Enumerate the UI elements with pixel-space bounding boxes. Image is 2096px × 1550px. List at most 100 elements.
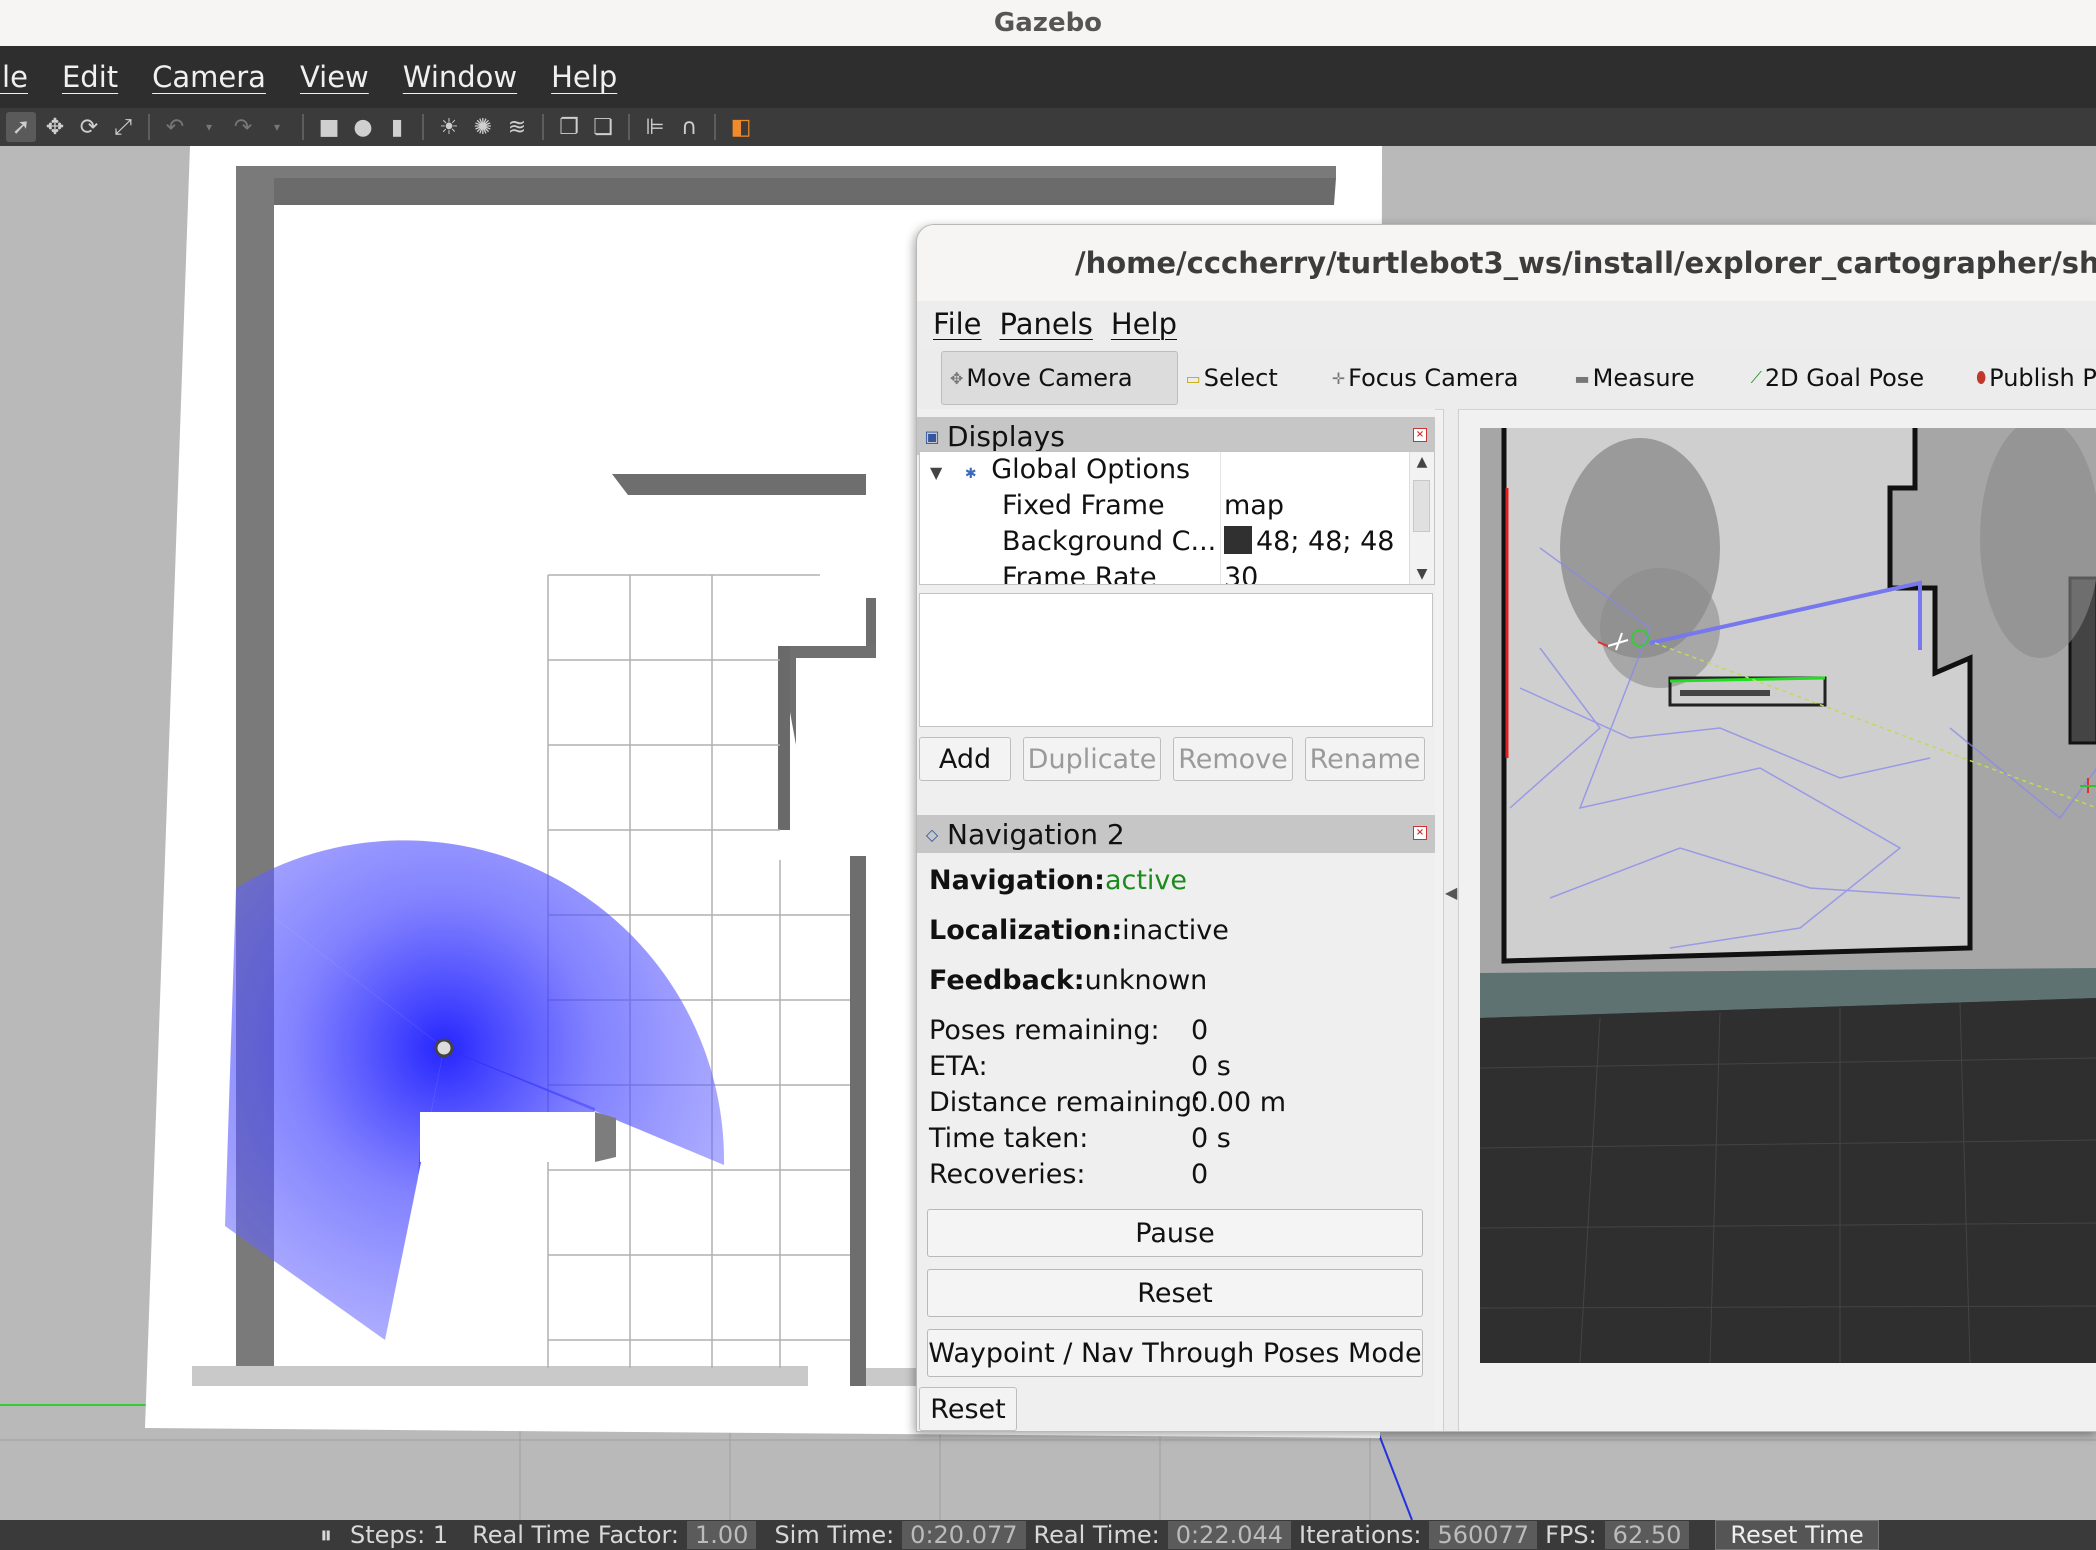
select-arrow-icon[interactable]: ➚ [6, 112, 36, 142]
rviz-map-render [1480, 428, 2096, 1363]
duplicate-button[interactable]: Duplicate [1023, 737, 1161, 781]
tree-row-background-color[interactable]: Background C... [1002, 524, 1216, 560]
translate-icon[interactable]: ✥ [40, 112, 70, 142]
redo-dropdown-icon[interactable]: ▾ [262, 112, 292, 142]
scroll-thumb[interactable] [1413, 480, 1430, 532]
sphere-shape-icon[interactable]: ● [348, 112, 378, 142]
inner-wall-upper [866, 598, 876, 646]
spot-light-icon[interactable]: ✺ [468, 112, 498, 142]
scroll-down-icon[interactable]: ▼ [1410, 566, 1434, 582]
cylinder-shape-icon[interactable]: ▮ [382, 112, 412, 142]
select-tool[interactable]: ▭ Select [1178, 352, 1286, 404]
rename-button[interactable]: Rename [1305, 737, 1425, 781]
navigation-panel-title: Navigation 2 [947, 817, 1125, 851]
fps-label: FPS: [1545, 1521, 1597, 1549]
toolbar-divider [542, 114, 544, 140]
toolbar-divider [714, 114, 716, 140]
frame-rate-value[interactable]: 30 [1224, 560, 1258, 584]
snap-icon[interactable]: ∩ [674, 112, 704, 142]
tree-row-name: Background C... [1002, 526, 1217, 557]
rviz-menu-panels[interactable]: Panels [1000, 307, 1093, 341]
dock-splitter[interactable]: ◀ [1443, 409, 1459, 1431]
rotate-icon[interactable]: ⟳ [74, 112, 104, 142]
gazebo-menu-view[interactable]: View [300, 60, 369, 94]
robot-marker [434, 1038, 454, 1058]
align-icon[interactable]: ⊫ [640, 112, 670, 142]
box-shape-icon[interactable]: ■ [314, 112, 344, 142]
gazebo-menu-camera[interactable]: Camera [152, 60, 266, 94]
point-light-icon[interactable]: ☀ [434, 112, 464, 142]
goal-pose-tool[interactable]: ⟋ 2D Goal Pose [1743, 352, 1932, 404]
move-camera-tool[interactable]: ✥ Move Camera [941, 351, 1178, 405]
localization-status: Localization:inactive [929, 915, 1229, 946]
waypoint-mode-button[interactable]: Waypoint / Nav Through Poses Mode [927, 1329, 1423, 1377]
focus-camera-label: Focus Camera [1348, 364, 1519, 392]
publish-point-tool[interactable]: ⬮ Publish Point [1968, 352, 2096, 404]
column-divider [1220, 452, 1221, 584]
gazebo-menu-window[interactable]: Window [403, 60, 517, 94]
view-angle-icon[interactable]: ◧ [726, 112, 756, 142]
obstacle-box [420, 1112, 595, 1162]
gazebo-title-bar: Gazebo [0, 0, 2096, 47]
measure-tool[interactable]: ▬ Measure [1567, 352, 1703, 404]
pause-button[interactable]: Pause [927, 1209, 1423, 1257]
obstacle-box-side [595, 1112, 616, 1162]
scale-icon[interactable]: ⤢ [108, 112, 138, 142]
poses-remaining-row: Poses remaining: 0 [929, 1015, 1208, 1046]
recoveries-label: Recoveries: [929, 1159, 1086, 1190]
rviz-menu-file[interactable]: File [933, 307, 982, 341]
collapse-arrow-icon[interactable]: ◀ [1445, 883, 1457, 902]
gazebo-menu-file[interactable]: ile [0, 60, 28, 94]
time-taken-value: 0 s [1191, 1123, 1231, 1154]
localization-label: Localization: [929, 915, 1123, 946]
pause-icon[interactable]: ⏸ [320, 1521, 332, 1549]
goal-pose-label: 2D Goal Pose [1764, 364, 1925, 392]
close-icon[interactable]: × [1413, 826, 1427, 840]
gazebo-menu-edit[interactable]: Edit [62, 60, 118, 94]
feedback-label: Feedback: [929, 965, 1085, 996]
measure-icon: ▬ [1574, 368, 1590, 388]
rviz-menu-help[interactable]: Help [1111, 307, 1177, 341]
reset-time-button[interactable]: Reset Time [1715, 1520, 1879, 1550]
feedback-value: unknown [1084, 965, 1208, 996]
rviz-window: /home/cccherry/turtlebot3_ws/install/exp… [916, 224, 2096, 1432]
tree-row-global-options[interactable]: ▼ ✱ Global Options [930, 452, 1190, 488]
navigation-value: active [1104, 865, 1188, 896]
rviz-menubar: File Panels Help [917, 301, 2096, 347]
publish-point-label: Publish Point [1989, 364, 2096, 392]
real-time-label: Real Time: [1033, 1521, 1160, 1549]
remove-button[interactable]: Remove [1173, 737, 1293, 781]
recoveries-row: Recoveries: 0 [929, 1159, 1208, 1190]
nav-reset-button[interactable]: Reset [927, 1269, 1423, 1317]
navigation-panel-header: ◇ Navigation 2 × [917, 815, 1435, 853]
gazebo-menu-help[interactable]: Help [551, 60, 617, 94]
select-icon: ▭ [1185, 368, 1201, 388]
tree-row-frame-rate[interactable]: Frame Rate [1002, 560, 1157, 584]
directional-light-icon[interactable]: ≋ [502, 112, 532, 142]
gazebo-toolbar: ➚ ✥ ⟳ ⤢ ↶ ▾ ↷ ▾ ■ ● ▮ ☀ ✺ ≋ ❐ ❏ ⊫ ∩ ◧ [0, 108, 2096, 146]
displays-title: Displays [947, 419, 1065, 453]
copy-icon[interactable]: ❐ [554, 112, 584, 142]
paste-icon[interactable]: ❏ [588, 112, 618, 142]
add-button[interactable]: Add [919, 737, 1011, 781]
focus-camera-tool[interactable]: ✛ Focus Camera [1324, 352, 1527, 404]
bottom-reset-button[interactable]: Reset [919, 1387, 1017, 1431]
tree-scrollbar[interactable]: ▲ ▼ [1409, 452, 1434, 584]
inner-wall-right [850, 856, 866, 1386]
focus-camera-icon: ✛ [1331, 368, 1346, 388]
background-color-value[interactable]: 48; 48; 48 [1224, 524, 1394, 560]
background-color-text: 48; 48; 48 [1256, 526, 1395, 557]
redo-icon[interactable]: ↷ [228, 112, 258, 142]
poses-remaining-value: 0 [1191, 1015, 1209, 1046]
scroll-up-icon[interactable]: ▲ [1410, 454, 1434, 470]
rviz-3d-view[interactable] [1480, 428, 2096, 1363]
tree-row-name: Global Options [991, 454, 1191, 485]
expand-arrow-icon[interactable]: ▼ [930, 463, 942, 482]
close-icon[interactable]: × [1413, 428, 1427, 442]
undo-icon[interactable]: ↶ [160, 112, 190, 142]
display-description-box [919, 593, 1433, 727]
tree-row-fixed-frame[interactable]: Fixed Frame [1002, 488, 1165, 524]
undo-dropdown-icon[interactable]: ▾ [194, 112, 224, 142]
time-taken-row: Time taken: 0 s [929, 1123, 1231, 1154]
fixed-frame-value[interactable]: map [1224, 488, 1284, 524]
